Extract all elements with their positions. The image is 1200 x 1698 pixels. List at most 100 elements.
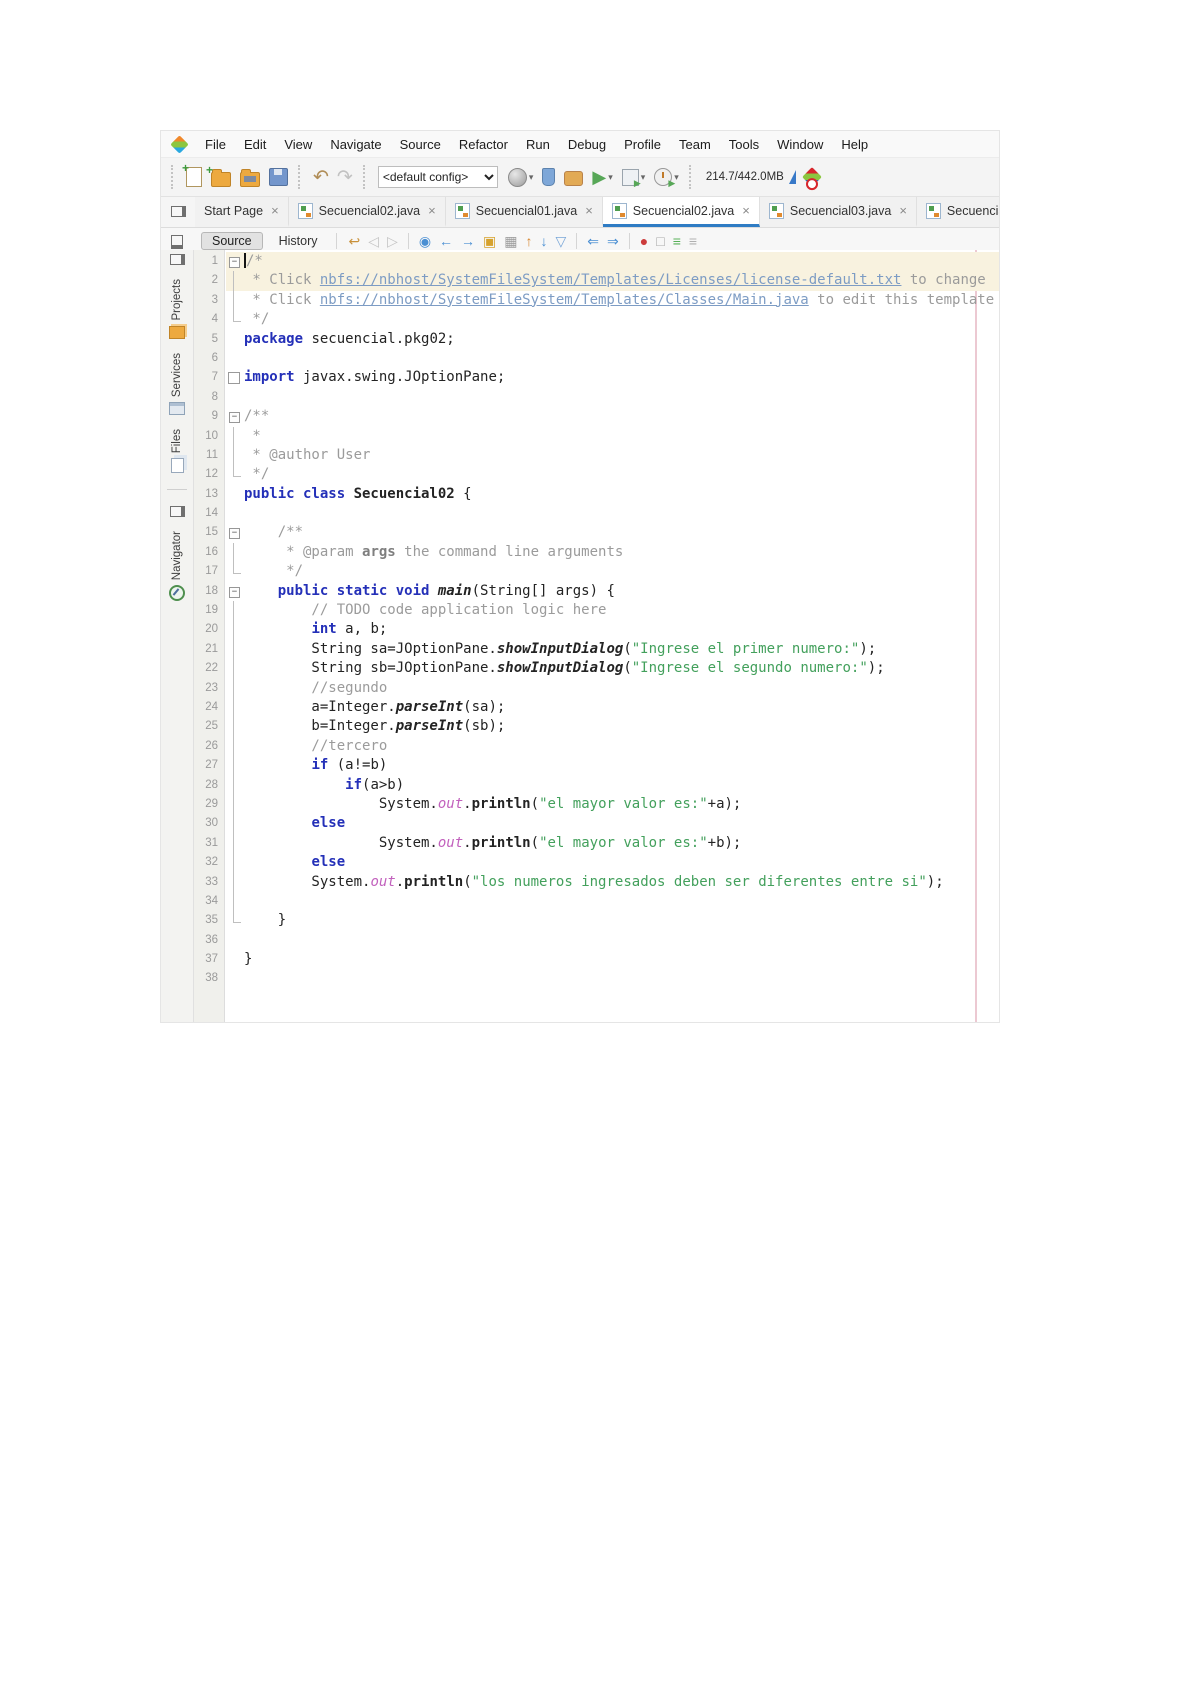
tab-secuencial02-java[interactable]: Secuencial02.java ×: [602, 197, 760, 227]
menu-navigate[interactable]: Navigate: [321, 134, 390, 155]
profile-project-icon[interactable]: ▾: [654, 168, 679, 189]
code-line[interactable]: 30 else: [194, 814, 999, 834]
dock-window-icon[interactable]: [171, 206, 186, 217]
code-line[interactable]: 35 }: [194, 911, 999, 930]
menu-window[interactable]: Window: [768, 134, 832, 155]
code-line[interactable]: 17 */: [194, 562, 999, 581]
fold-margin[interactable]: −: [226, 582, 244, 601]
next-bookmark-icon[interactable]: ≡: [673, 234, 681, 248]
sidebar-tab-services[interactable]: Services: [169, 353, 185, 415]
code-line[interactable]: 7 import javax.swing.JOptionPane;: [194, 368, 999, 387]
menu-tools[interactable]: Tools: [720, 134, 768, 155]
code-line[interactable]: 10 *: [194, 426, 999, 446]
move-up-icon[interactable]: ↑: [526, 234, 533, 248]
build-project-icon[interactable]: ▾: [507, 167, 533, 187]
code-line[interactable]: 19 // TODO code application logic here: [194, 601, 999, 621]
code-line[interactable]: 18− public static void main(String[] arg…: [194, 582, 999, 601]
code-line[interactable]: 15− /**: [194, 523, 999, 542]
restore-group-icon[interactable]: [169, 505, 185, 517]
menu-help[interactable]: Help: [832, 134, 877, 155]
code-line[interactable]: 27 if (a!=b): [194, 756, 999, 776]
menu-file[interactable]: File: [196, 134, 235, 155]
code-line[interactable]: 11 * @author User: [194, 445, 999, 466]
tab-close-icon[interactable]: ×: [899, 203, 907, 218]
stop-macro-icon[interactable]: □: [656, 234, 664, 248]
fold-margin[interactable]: −: [226, 407, 244, 426]
move-down-icon[interactable]: ↓: [541, 234, 548, 248]
code-line[interactable]: 20 int a, b;: [194, 620, 999, 640]
jump-back-icon[interactable]: ◁: [368, 234, 379, 248]
code-line[interactable]: 6: [194, 349, 999, 368]
shift-left-icon[interactable]: ⇐: [587, 234, 599, 248]
sidebar-tab-navigator[interactable]: Navigator: [169, 531, 185, 602]
new-project-icon[interactable]: [206, 163, 231, 187]
jump-forward-icon[interactable]: ▷: [387, 234, 398, 248]
fold-margin[interactable]: −: [226, 523, 244, 542]
tab-secuencial05-java[interactable]: Secuencial05.java: [916, 197, 999, 227]
memory-monitor[interactable]: 214.7/442.0MB: [706, 167, 822, 187]
tab-secuencial02-java[interactable]: Secuencial02.java ×: [288, 197, 446, 227]
duplicate-line-icon[interactable]: ▽: [556, 234, 567, 248]
code-line[interactable]: 33 System.out.println("los numeros ingre…: [194, 872, 999, 892]
find-next-icon[interactable]: →: [461, 234, 475, 248]
fold-collapse-icon[interactable]: −: [229, 586, 240, 598]
tab-close-icon[interactable]: ×: [428, 203, 436, 218]
fold-collapse-icon[interactable]: −: [229, 257, 240, 268]
code-line[interactable]: 13 public class Secuencial02 {: [194, 485, 999, 504]
menu-profile[interactable]: Profile: [615, 134, 670, 155]
clean-build-icon[interactable]: [542, 168, 556, 186]
generate-javadoc-icon[interactable]: [564, 168, 584, 186]
code-line[interactable]: 25 b=Integer.parseInt(sb);: [194, 717, 999, 737]
menu-edit[interactable]: Edit: [235, 134, 275, 155]
code-line[interactable]: 31 System.out.println("el mayor valor es…: [194, 833, 999, 854]
menu-refactor[interactable]: Refactor: [450, 134, 517, 155]
fold-margin[interactable]: −: [226, 252, 244, 272]
code-line[interactable]: 34: [194, 891, 999, 912]
config-select[interactable]: <default config>: [377, 166, 498, 188]
code-line[interactable]: 22 String sb=JOptionPane.showInputDialog…: [194, 659, 999, 679]
tab-secuencial01-java[interactable]: Secuencial01.java ×: [445, 197, 603, 227]
code-line[interactable]: 12 */: [194, 465, 999, 484]
run-project-icon[interactable]: ▶ ▾: [592, 168, 612, 186]
tab-start-page[interactable]: Start Page ×: [195, 197, 289, 227]
fold-collapse-icon[interactable]: −: [229, 412, 240, 424]
import-hint-icon[interactable]: [228, 372, 240, 385]
record-macro-icon[interactable]: ●: [640, 234, 648, 248]
dropdown-arrow-icon[interactable]: ▾: [641, 172, 646, 183]
code-line[interactable]: 16 * @param args the command line argume…: [194, 542, 999, 563]
code-line[interactable]: 1−/*: [194, 252, 999, 272]
toggle-highlight-icon[interactable]: ▣: [483, 234, 496, 248]
rectangular-selection-icon[interactable]: ▦: [504, 234, 517, 248]
code-line[interactable]: 9−/**: [194, 407, 999, 426]
shift-right-icon[interactable]: ⇒: [607, 234, 619, 248]
code-line[interactable]: 32 else: [194, 853, 999, 873]
code-line[interactable]: 23 //segundo: [194, 678, 999, 698]
code-line[interactable]: 26 //tercero: [194, 736, 999, 757]
undo-icon[interactable]: ↶: [313, 168, 329, 187]
last-edit-icon[interactable]: ↩: [349, 234, 361, 248]
minimize-toolbar-icon[interactable]: [171, 235, 183, 249]
menu-debug[interactable]: Debug: [559, 134, 615, 155]
code-line[interactable]: 37}: [194, 950, 999, 969]
previous-bookmark-icon[interactable]: ≡: [689, 234, 697, 248]
tab-close-icon[interactable]: ×: [271, 203, 279, 218]
code-editor[interactable]: 1−/* 2 * Click nbfs://nbhost/SystemFileSy…: [194, 250, 999, 1022]
code-line[interactable]: 8: [194, 388, 999, 407]
tab-secuencial03-java[interactable]: Secuencial03.java ×: [759, 197, 917, 227]
find-selection-icon[interactable]: ◉: [419, 234, 431, 248]
code-line[interactable]: 36: [194, 931, 999, 950]
tab-close-icon[interactable]: ×: [585, 203, 593, 218]
find-previous-icon[interactable]: ←: [439, 234, 453, 248]
menu-source[interactable]: Source: [391, 134, 450, 155]
dock-strip-icon[interactable]: [169, 254, 185, 265]
open-project-icon[interactable]: [240, 168, 260, 187]
sidebar-tab-files[interactable]: Files: [170, 429, 184, 473]
notifications-icon[interactable]: [801, 167, 822, 187]
code-line[interactable]: 3 * Click nbfs://nbhost/SystemFileSystem…: [194, 290, 999, 311]
code-line[interactable]: 38: [194, 969, 999, 988]
fold-collapse-icon[interactable]: −: [229, 528, 240, 540]
history-view-button[interactable]: History: [273, 233, 324, 249]
menu-view[interactable]: View: [275, 134, 321, 155]
code-line[interactable]: 5 package secuencial.pkg02;: [194, 330, 999, 349]
code-line[interactable]: 21 String sa=JOptionPane.showInputDialog…: [194, 639, 999, 660]
